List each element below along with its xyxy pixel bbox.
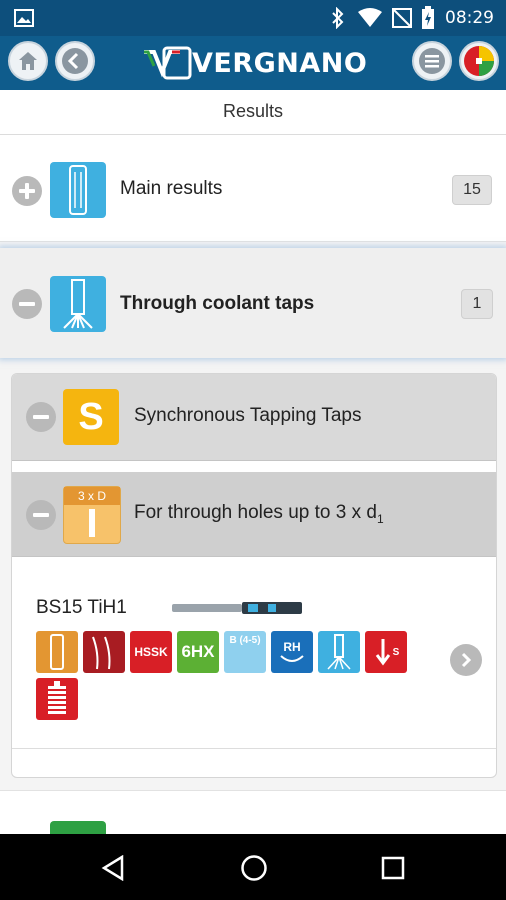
menu-icon xyxy=(419,48,445,74)
coolant-tap-icon xyxy=(50,276,106,332)
through-hole-s-icon: S xyxy=(365,631,407,673)
depth-3xd-icon: 3 x D xyxy=(63,486,121,544)
nav-home-icon[interactable] xyxy=(240,854,268,882)
through-coolant-icon xyxy=(318,631,360,673)
menu-button[interactable] xyxy=(412,41,452,81)
subcategory-label: For through holes up to 3 x d1 xyxy=(134,502,384,526)
home-icon xyxy=(19,52,37,70)
section-label: Through coolant taps xyxy=(120,293,315,314)
collapse-icon[interactable] xyxy=(26,500,56,530)
brand-logo: VERGNANO xyxy=(142,42,367,84)
product-detail-button[interactable] xyxy=(450,644,482,676)
hssk-badge-icon: HSSK xyxy=(130,631,172,673)
right-hand-icon: RH xyxy=(271,631,313,673)
synchronous-tapping-row[interactable]: S Synchronous Tapping Taps xyxy=(12,374,496,461)
6hx-badge-icon: 6HX xyxy=(177,631,219,673)
expanded-panel: S Synchronous Tapping Taps 3 x D For thr… xyxy=(11,373,497,778)
section-label: Main results xyxy=(120,178,223,199)
back-arrow-icon xyxy=(62,48,88,74)
brand-name: VERGNANO xyxy=(192,47,368,79)
through-coolant-taps-row[interactable]: Through coolant taps 1 xyxy=(0,248,506,358)
product-card[interactable]: BS15 TiH1 HSSK 6HX B (4-5) RH S xyxy=(12,568,496,749)
tap-orange-icon xyxy=(36,631,78,673)
next-section-row[interactable] xyxy=(0,790,506,835)
chevron-right-icon xyxy=(461,652,472,668)
expand-icon[interactable] xyxy=(12,176,42,206)
main-results-row[interactable]: Main results 15 xyxy=(0,135,506,242)
through-holes-row[interactable]: 3 x D For through holes up to 3 x d1 xyxy=(12,472,496,557)
image-notification-icon xyxy=(14,9,34,27)
home-button[interactable] xyxy=(8,41,48,81)
subcategory-label: Synchronous Tapping Taps xyxy=(134,405,362,426)
synchronous-s-icon: S xyxy=(63,389,119,445)
status-bar: 08:29 xyxy=(0,0,506,36)
page-title: Results xyxy=(0,90,506,135)
chamfer-form-icon: B (4-5) xyxy=(224,631,266,673)
result-count-badge: 1 xyxy=(461,289,493,319)
category-icon xyxy=(50,821,106,835)
collapse-icon[interactable] xyxy=(12,289,42,319)
tap-product-image xyxy=(172,602,302,614)
no-signal-icon xyxy=(392,8,412,28)
back-button[interactable] xyxy=(55,41,95,81)
result-count-badge: 15 xyxy=(452,175,492,205)
logo-emblem-icon xyxy=(144,46,192,80)
collapse-icon[interactable] xyxy=(26,402,56,432)
language-button[interactable] xyxy=(459,41,499,81)
app-bar: VERGNANO xyxy=(0,36,506,90)
flag-icon xyxy=(464,46,494,76)
system-nav-bar xyxy=(0,834,506,900)
bluetooth-icon xyxy=(332,7,344,29)
clock: 08:29 xyxy=(445,8,494,28)
nav-back-icon[interactable] xyxy=(101,855,125,881)
spiral-flute-icon xyxy=(83,631,125,673)
product-name: BS15 TiH1 xyxy=(36,597,127,618)
wifi-icon xyxy=(358,8,382,27)
tap-category-icon xyxy=(50,162,106,218)
nav-recents-icon[interactable] xyxy=(381,856,405,880)
material-icon xyxy=(36,678,78,720)
battery-charging-icon xyxy=(422,6,434,29)
